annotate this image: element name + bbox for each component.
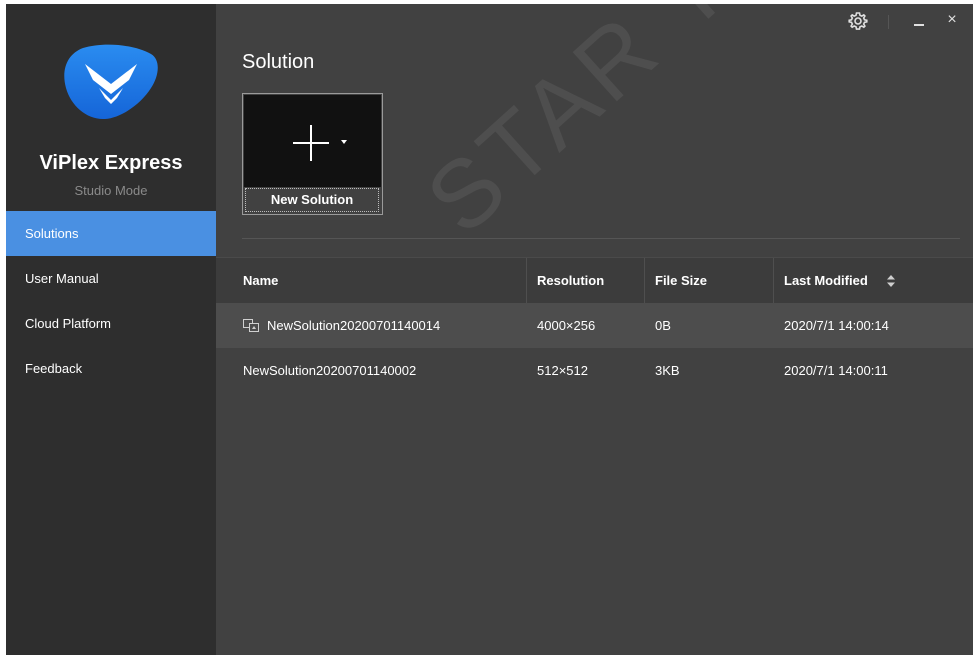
column-header-name[interactable]: Name <box>243 258 278 303</box>
new-solution-button[interactable]: New Solution <box>242 93 383 215</box>
table-row[interactable]: NewSolution20200701140002 512×512 3KB 20… <box>216 348 973 393</box>
row-last-modified: 2020/7/1 14:00:14 <box>784 318 889 333</box>
page-title: Solution <box>242 51 315 73</box>
window-controls-divider <box>888 15 889 29</box>
column-separator[interactable] <box>773 258 774 303</box>
row-resolution: 512×512 <box>537 363 588 378</box>
table-row[interactable]: NewSolution20200701140014 4000×256 0B 20… <box>216 303 973 348</box>
table-header: Name Resolution File Size Last Modified <box>216 257 973 303</box>
app-name: ViPlex Express <box>39 152 183 174</box>
row-last-modified: 2020/7/1 14:00:11 <box>784 363 888 378</box>
sidebar-item-cloud-platform[interactable]: Cloud Platform <box>6 301 216 346</box>
app-mode: Studio Mode <box>74 183 148 198</box>
column-header-last-modified[interactable]: Last Modified <box>784 258 868 303</box>
new-solution-label: New Solution <box>245 188 379 212</box>
minimize-icon[interactable] <box>910 12 928 30</box>
section-divider <box>242 238 960 239</box>
row-name: NewSolution20200701140014 <box>267 318 441 333</box>
column-header-resolution[interactable]: Resolution <box>537 258 604 303</box>
plus-icon-horizontal <box>293 142 329 144</box>
caret-down-icon[interactable] <box>341 140 347 144</box>
gear-icon[interactable] <box>848 11 868 31</box>
sidebar-item-feedback[interactable]: Feedback <box>6 346 216 391</box>
watermark: STAR TECH CO <box>406 4 973 254</box>
column-separator[interactable] <box>644 258 645 303</box>
sidebar-item-user-manual[interactable]: User Manual <box>6 256 216 301</box>
column-header-file-size[interactable]: File Size <box>655 258 707 303</box>
sidebar-item-solutions[interactable]: Solutions <box>6 211 216 256</box>
sort-icon[interactable] <box>887 275 895 287</box>
row-resolution: 4000×256 <box>537 318 596 333</box>
new-solution-preview <box>244 95 381 187</box>
app-window: ViPlex Express Studio Mode Solutions Use… <box>6 4 973 655</box>
row-name: NewSolution20200701140002 <box>243 363 417 378</box>
solution-file-icon <box>243 319 259 332</box>
row-file-size: 3KB <box>655 363 680 378</box>
row-file-size: 0B <box>655 318 671 333</box>
close-icon[interactable]: × <box>943 10 961 30</box>
sidebar: ViPlex Express Studio Mode Solutions Use… <box>6 4 216 655</box>
column-separator[interactable] <box>526 258 527 303</box>
viplex-logo-icon <box>64 44 158 120</box>
